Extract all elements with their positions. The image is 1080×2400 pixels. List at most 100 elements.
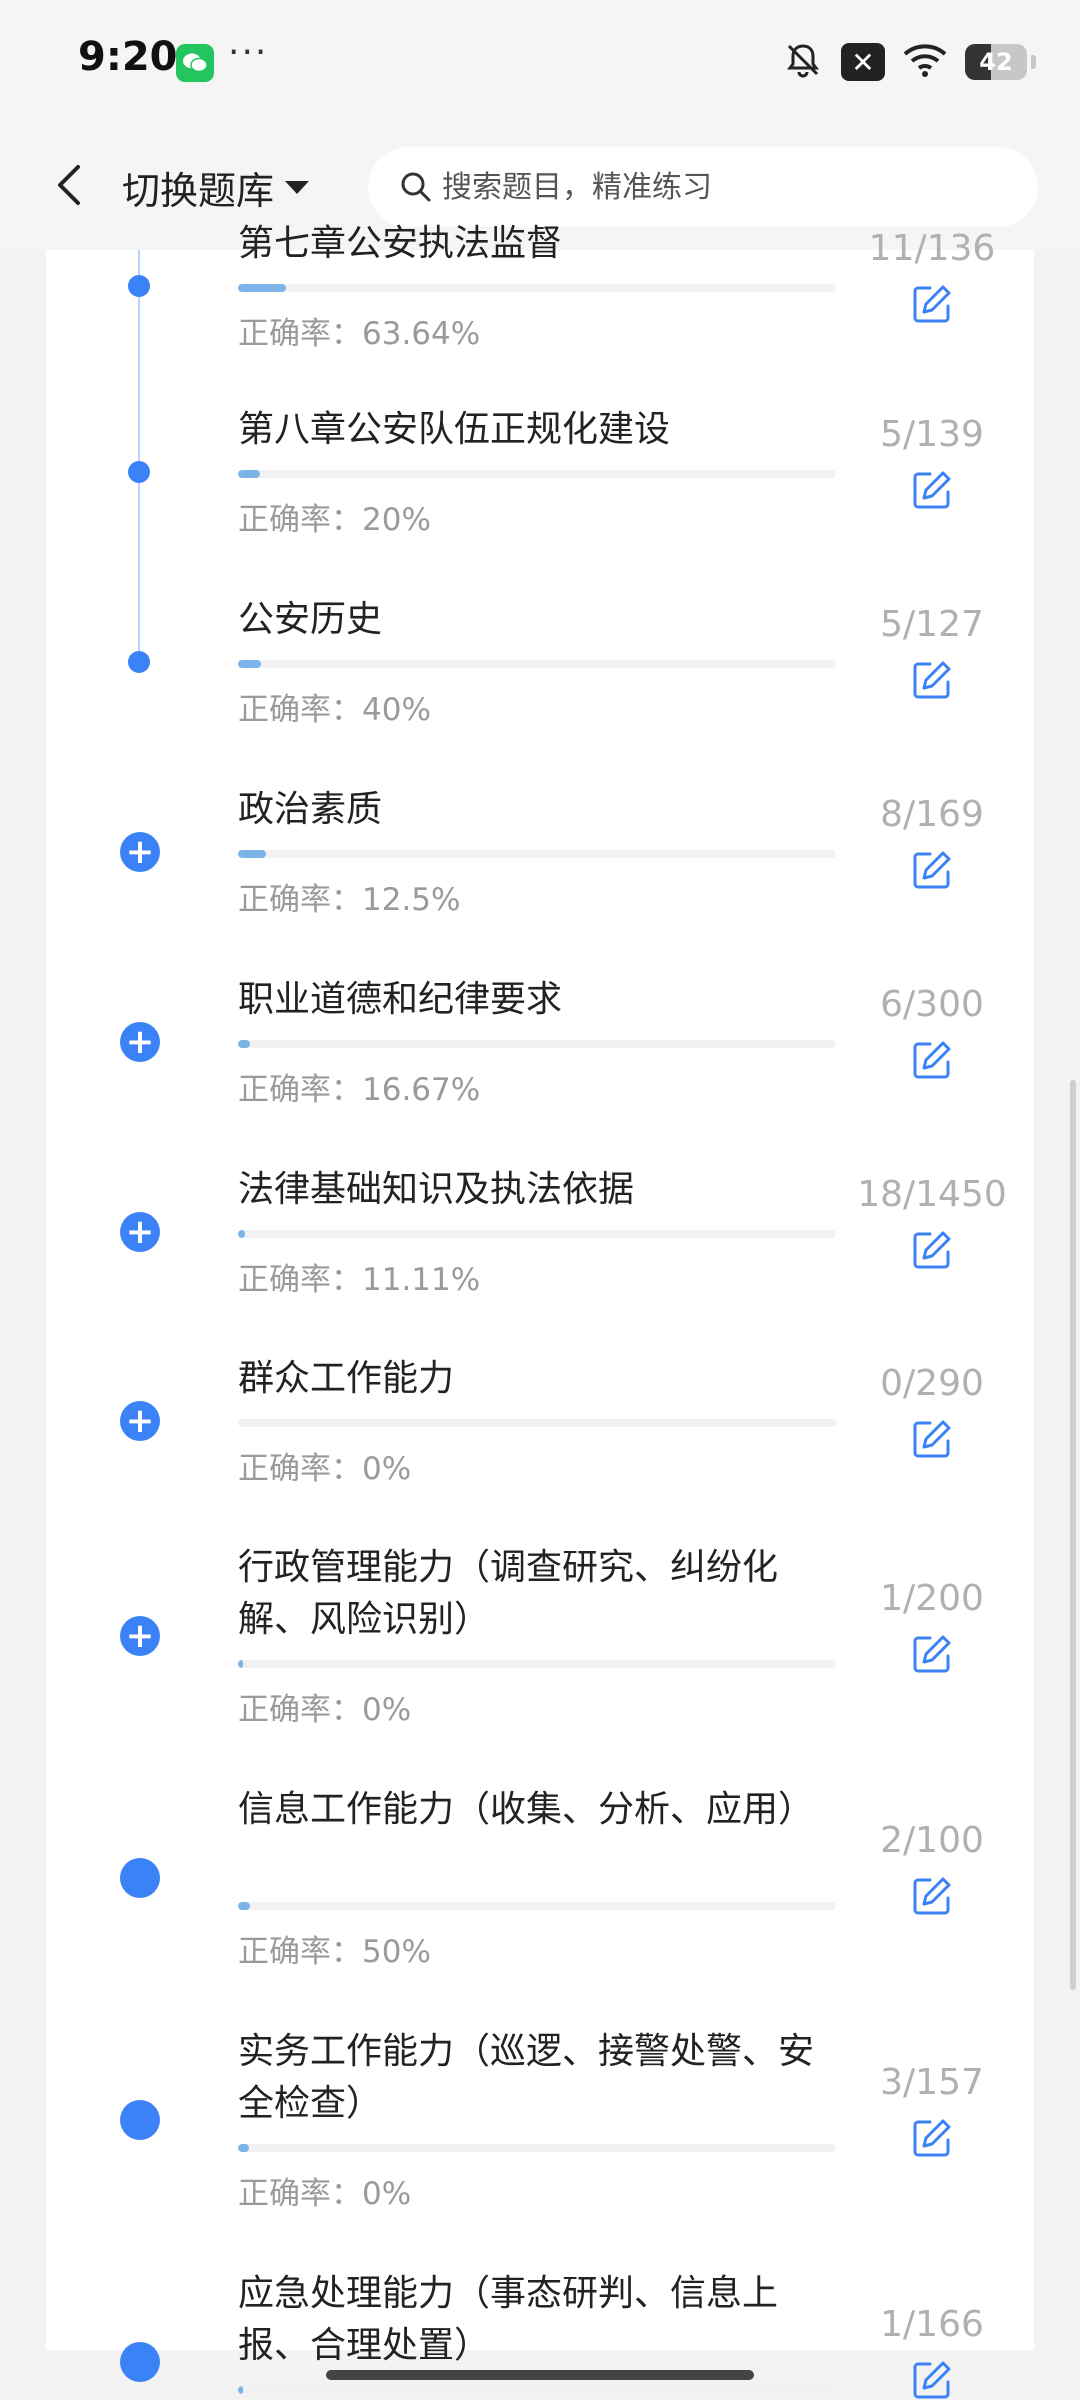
scrollbar[interactable] [1070, 1080, 1076, 1990]
accuracy-text: 正确率：0% [238, 1692, 412, 1728]
question-count: 5/139 [880, 414, 984, 455]
edit-practice-button[interactable] [910, 1874, 954, 1918]
switch-bank-dropdown[interactable]: 切换题库 [122, 157, 310, 217]
progress-bar [238, 2386, 836, 2394]
accuracy-text: 正确率：50% [238, 1934, 431, 1970]
timeline-line [138, 250, 140, 668]
screen: 9:20 ··· ✕ 42 切换题库 搜索题目，精准练习 第七章公安执法监督 正… [0, 0, 1080, 2400]
status-icons: ✕ 42 [783, 40, 1036, 84]
edit-icon [913, 2119, 951, 2157]
accuracy-text: 正确率：20% [238, 502, 431, 538]
progress-bar [238, 1660, 836, 1668]
accuracy-text: 正确率：12.5% [238, 882, 461, 918]
progress-bar [238, 660, 836, 668]
progress-bar [238, 1902, 836, 1910]
expand-plus-icon[interactable]: + [120, 1212, 160, 1252]
progress-bar [238, 1230, 836, 1238]
chapter-title: 应急处理能力（事态研判、信息上报、合理处置） [238, 2273, 779, 2366]
edit-practice-button[interactable] [910, 2116, 954, 2160]
status-bar: 9:20 ··· ✕ 42 [0, 0, 1080, 125]
chapter-title: 政治素质 [238, 789, 383, 830]
progress-fill [238, 284, 286, 292]
question-count: 18/1450 [857, 1174, 1007, 1215]
battery-icon: 42 [965, 44, 1027, 80]
switch-bank-label: 切换题库 [122, 168, 275, 213]
chapter-list: 第七章公安执法监督 正确率：63.64% 11/136 第八章公安队伍正规化建设 正确率… [46, 223, 1034, 2399]
chapter-node-icon [120, 2100, 160, 2140]
edit-icon [913, 1231, 951, 1269]
edit-practice-button[interactable] [910, 1632, 954, 1676]
progress-bar [238, 284, 836, 292]
more-notifications-icon: ··· [228, 32, 269, 73]
edit-practice-button[interactable] [910, 1417, 954, 1461]
question-count: 3/157 [880, 2062, 984, 2103]
progress-bar [238, 1040, 836, 1048]
chapter-title: 第八章公安队伍正规化建设 [238, 409, 671, 450]
progress-fill [238, 1902, 250, 1910]
progress-bar [238, 470, 836, 478]
progress-fill [238, 1230, 246, 1238]
edit-icon [913, 1635, 951, 1673]
progress-fill [238, 2144, 250, 2152]
progress-fill [238, 470, 260, 478]
question-count: 2/100 [880, 1820, 984, 1861]
home-indicator[interactable] [326, 2370, 754, 2380]
accuracy-text: 正确率：16.67% [238, 1072, 481, 1108]
progress-fill [238, 660, 262, 668]
edit-practice-button[interactable] [910, 1038, 954, 1082]
progress-fill [238, 850, 267, 858]
edit-icon [913, 661, 951, 699]
progress-bar [238, 850, 836, 858]
edit-practice-button[interactable] [910, 2358, 954, 2400]
wechat-icon [176, 44, 214, 82]
search-input[interactable] [442, 169, 1002, 205]
expand-plus-icon[interactable]: + [120, 832, 160, 872]
chapter-title: 法律基础知识及执法依据 [238, 1169, 635, 1210]
edit-icon [913, 1041, 951, 1079]
chapter-title: 群众工作能力 [238, 1358, 455, 1399]
accuracy-text: 正确率：0% [238, 2176, 412, 2212]
edit-practice-button[interactable] [910, 848, 954, 892]
progress-fill [238, 1660, 243, 1668]
battery-tip [1031, 55, 1036, 69]
chapter-node-icon [120, 1858, 160, 1898]
timeline-node-icon [128, 461, 150, 483]
edit-icon [913, 2361, 951, 2399]
accuracy-text: 正确率：63.64% [238, 316, 481, 352]
question-count: 1/166 [880, 2304, 984, 2345]
close-badge-icon: ✕ [841, 43, 885, 81]
expand-plus-icon[interactable]: + [120, 1401, 160, 1441]
accuracy-text: 正确率：40% [238, 692, 431, 728]
timeline-node-icon [128, 275, 150, 297]
status-time: 9:20 [78, 34, 178, 80]
edit-icon [913, 1877, 951, 1915]
search-bar[interactable] [368, 147, 1038, 227]
chapter-title: 第七章公安执法监督 [238, 223, 563, 264]
edit-practice-button[interactable] [910, 282, 954, 326]
edit-practice-button[interactable] [910, 658, 954, 702]
edit-icon [913, 471, 951, 509]
timeline-node-icon [128, 651, 150, 673]
progress-fill [238, 1040, 250, 1048]
chevron-left-icon [58, 165, 80, 205]
chapter-title: 职业道德和纪律要求 [238, 979, 563, 1020]
progress-bar [238, 2144, 836, 2152]
expand-plus-icon[interactable]: + [120, 1616, 160, 1656]
accuracy-text: 正确率：11.11% [238, 1262, 481, 1298]
chapter-title: 信息工作能力（收集、分析、应用） [238, 1789, 815, 1830]
accuracy-text: 正确率：0% [238, 1451, 412, 1487]
search-icon [401, 172, 431, 202]
progress-fill [238, 2386, 243, 2394]
question-count: 1/200 [880, 1578, 984, 1619]
edit-practice-button[interactable] [910, 468, 954, 512]
edit-icon [913, 1420, 951, 1458]
question-count: 0/290 [880, 1363, 984, 1404]
progress-bar [238, 1419, 836, 1427]
question-count: 5/127 [880, 604, 984, 645]
chapter-node-icon [120, 2342, 160, 2382]
chapter-title: 行政管理能力（调查研究、纠纷化解、风险识别） [238, 1547, 779, 1640]
back-button[interactable] [40, 155, 100, 215]
edit-practice-button[interactable] [910, 1228, 954, 1272]
chapter-title: 实务工作能力（巡逻、接警处警、安全检查） [238, 2031, 815, 2124]
expand-plus-icon[interactable]: + [120, 1022, 160, 1062]
